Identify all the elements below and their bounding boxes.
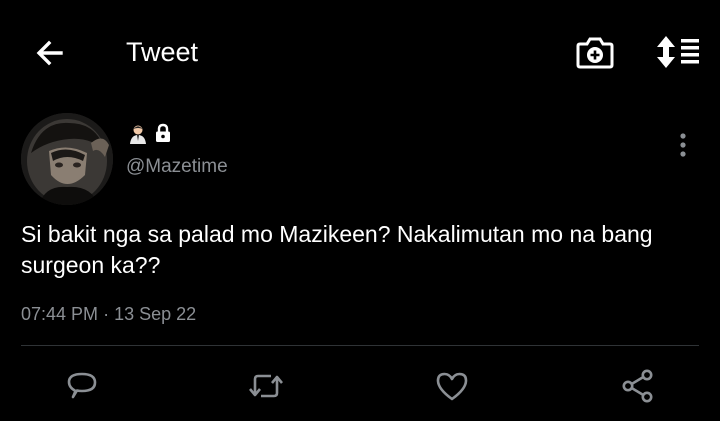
top-app-bar: Tweet: [0, 0, 720, 100]
like-button[interactable]: [432, 366, 472, 406]
arrow-left-icon: [36, 40, 63, 66]
camera-button[interactable]: [572, 30, 618, 74]
timestamp-separator: ·: [103, 304, 110, 324]
tweet-date: 13 Sep 22: [114, 304, 197, 324]
retweet-icon: [249, 374, 283, 398]
person-emoji: [128, 124, 148, 144]
more-options-button[interactable]: [670, 128, 696, 162]
more-vertical-icon: [680, 133, 686, 157]
page-title: Tweet: [126, 37, 199, 67]
heart-icon: [436, 372, 468, 401]
user-handle[interactable]: @Mazetime: [126, 156, 228, 178]
tweet-time: 07:44 PM: [21, 304, 99, 324]
share-icon: [622, 369, 653, 403]
tweet-text: Si bakit nga sa palad mo Mazikeen? Nakal…: [21, 221, 653, 278]
camera-plus-icon: [576, 37, 614, 69]
sort-list-icon: [657, 36, 699, 68]
back-button[interactable]: [30, 33, 70, 73]
reply-icon: [67, 372, 97, 399]
share-button[interactable]: [618, 366, 658, 406]
tweet-timestamp: 07:44 PM · 13 Sep 22: [21, 302, 196, 326]
lock-icon: [153, 123, 173, 143]
divider: [21, 345, 699, 346]
sort-button[interactable]: [654, 30, 702, 74]
avatar-photo: [21, 113, 113, 205]
retweet-button[interactable]: [246, 366, 286, 406]
reply-button[interactable]: [62, 366, 102, 406]
tweet-detail-screen: Tweet @Mazetime Si bakit nga sa palad mo…: [0, 0, 720, 421]
avatar[interactable]: [21, 113, 113, 205]
